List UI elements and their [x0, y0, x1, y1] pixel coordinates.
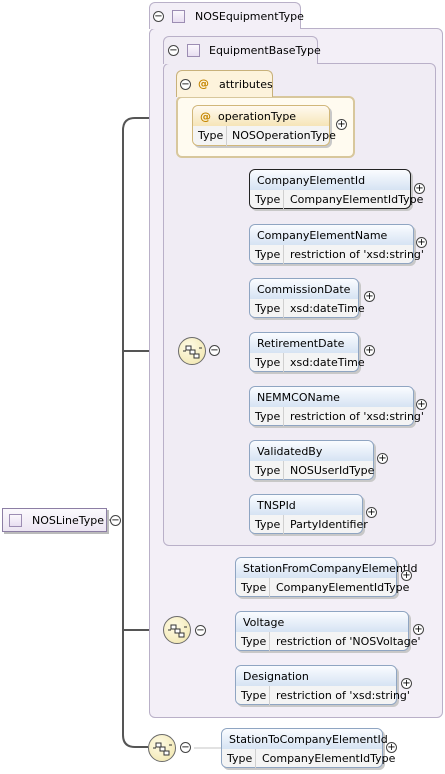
- element-type: CompanyElementIdType: [262, 752, 396, 765]
- type-label: Type: [241, 581, 267, 594]
- element-name: NEMMCOName: [257, 391, 340, 404]
- element-name: CompanyElementId: [257, 174, 366, 187]
- expand-icon[interactable]: +: [414, 183, 425, 194]
- sequence-icon[interactable]: [163, 616, 191, 644]
- collapse-icon[interactable]: −: [153, 11, 164, 22]
- element-type: CompanyElementIdType: [276, 581, 410, 594]
- element-type: restriction of 'xsd:string': [276, 689, 410, 702]
- element-voltage[interactable]: Voltage Type restriction of 'NOSVoltage': [235, 611, 421, 651]
- expand-icon[interactable]: +: [401, 570, 412, 581]
- expand-icon[interactable]: +: [401, 678, 412, 689]
- type-label: Type: [255, 302, 281, 315]
- type-label: Type: [255, 410, 281, 423]
- element-station-to-company-element-id[interactable]: StationToCompanyElementId Type CompanyEl…: [221, 728, 395, 768]
- sequence-icon[interactable]: [148, 734, 176, 762]
- collapse-icon[interactable]: −: [180, 742, 191, 753]
- element-validated-by[interactable]: ValidatedBy Type NOSUserIdType: [249, 440, 374, 480]
- element-company-element-name[interactable]: CompanyElementName Type restriction of '…: [249, 224, 424, 264]
- nos-equipment-type-tab[interactable]: − NOSEquipmentType: [149, 2, 304, 29]
- expand-icon[interactable]: +: [413, 624, 424, 635]
- element-name: Voltage: [243, 616, 285, 629]
- expand-icon[interactable]: +: [416, 237, 427, 248]
- element-type: CompanyElementIdType: [290, 193, 424, 206]
- root-element[interactable]: NOSLineType: [2, 508, 107, 532]
- collapse-icon[interactable]: −: [209, 345, 220, 356]
- root-element-name: NOSLineType: [32, 514, 105, 527]
- type-label: Type: [255, 193, 281, 206]
- type-label: Type: [255, 518, 281, 531]
- element-tnsp-id[interactable]: TNSPId Type PartyIdentifier: [249, 494, 368, 534]
- attribute-operation-type[interactable]: @ operationType Type NOSOperationType: [192, 105, 336, 146]
- expand-icon[interactable]: +: [364, 291, 375, 302]
- type-label: Type: [255, 248, 281, 261]
- type-label: Type: [241, 689, 267, 702]
- expand-icon[interactable]: +: [366, 507, 377, 518]
- expand-icon[interactable]: +: [364, 345, 375, 356]
- element-name: Designation: [243, 670, 309, 683]
- element-name: CommissionDate: [257, 283, 351, 296]
- element-retirement-date[interactable]: RetirementDate Type xsd:dateTime: [249, 332, 365, 372]
- sequence-icon[interactable]: [178, 337, 206, 365]
- element-name: TNSPId: [257, 499, 296, 512]
- element-name: StationFromCompanyElementId: [243, 562, 418, 575]
- attribute-name: operationType: [218, 110, 297, 123]
- type-label: Type: [255, 356, 281, 369]
- element-type: restriction of 'xsd:string': [290, 410, 424, 423]
- collapse-icon[interactable]: −: [168, 45, 179, 56]
- element-name: RetirementDate: [257, 337, 345, 350]
- element-type: xsd:dateTime: [290, 356, 365, 369]
- type-label: Type: [255, 464, 281, 477]
- attribute-type: NOSOperationType: [232, 129, 336, 142]
- collapse-icon[interactable]: −: [110, 515, 121, 526]
- element-nemmco-name[interactable]: NEMMCOName Type restriction of 'xsd:stri…: [249, 386, 424, 426]
- attributes-label: attributes: [219, 78, 273, 91]
- element-name: CompanyElementName: [257, 229, 388, 242]
- type-label: Type: [198, 129, 224, 142]
- element-name: ValidatedBy: [257, 445, 323, 458]
- inner-base-type-name: EquipmentBaseType: [209, 44, 321, 57]
- element-type: PartyIdentifier: [290, 518, 368, 531]
- element-designation[interactable]: Designation Type restriction of 'xsd:str…: [235, 665, 410, 705]
- complex-type-icon: [172, 10, 185, 23]
- element-commission-date[interactable]: CommissionDate Type xsd:dateTime: [249, 278, 365, 318]
- complex-type-icon: [187, 44, 200, 57]
- complex-type-icon: [9, 514, 22, 527]
- expand-icon[interactable]: +: [416, 399, 427, 410]
- base-type-name: NOSEquipmentType: [195, 10, 304, 23]
- expand-icon[interactable]: +: [336, 119, 347, 130]
- attribute-icon: @: [198, 77, 209, 90]
- element-type: NOSUserIdType: [290, 464, 375, 477]
- element-type: restriction of 'NOSVoltage': [276, 635, 421, 648]
- element-name: StationToCompanyElementId: [229, 733, 388, 746]
- element-type: restriction of 'xsd:string': [290, 248, 424, 261]
- collapse-icon[interactable]: −: [180, 79, 191, 90]
- attributes-tab[interactable]: − @ attributes: [176, 70, 273, 97]
- collapse-icon[interactable]: −: [195, 625, 206, 636]
- expand-icon[interactable]: +: [377, 453, 388, 464]
- element-station-from-company-element-id[interactable]: StationFromCompanyElementId Type Company…: [235, 557, 417, 597]
- type-label: Type: [227, 752, 253, 765]
- attribute-icon: @: [200, 110, 211, 123]
- type-label: Type: [241, 635, 267, 648]
- element-company-element-id[interactable]: CompanyElementId Type CompanyElementIdTy…: [249, 169, 423, 209]
- connector-root-sequence3: [122, 520, 148, 748]
- expand-icon[interactable]: +: [386, 742, 397, 753]
- equipment-base-type-tab[interactable]: − EquipmentBaseType: [163, 36, 321, 64]
- element-type: xsd:dateTime: [290, 302, 365, 315]
